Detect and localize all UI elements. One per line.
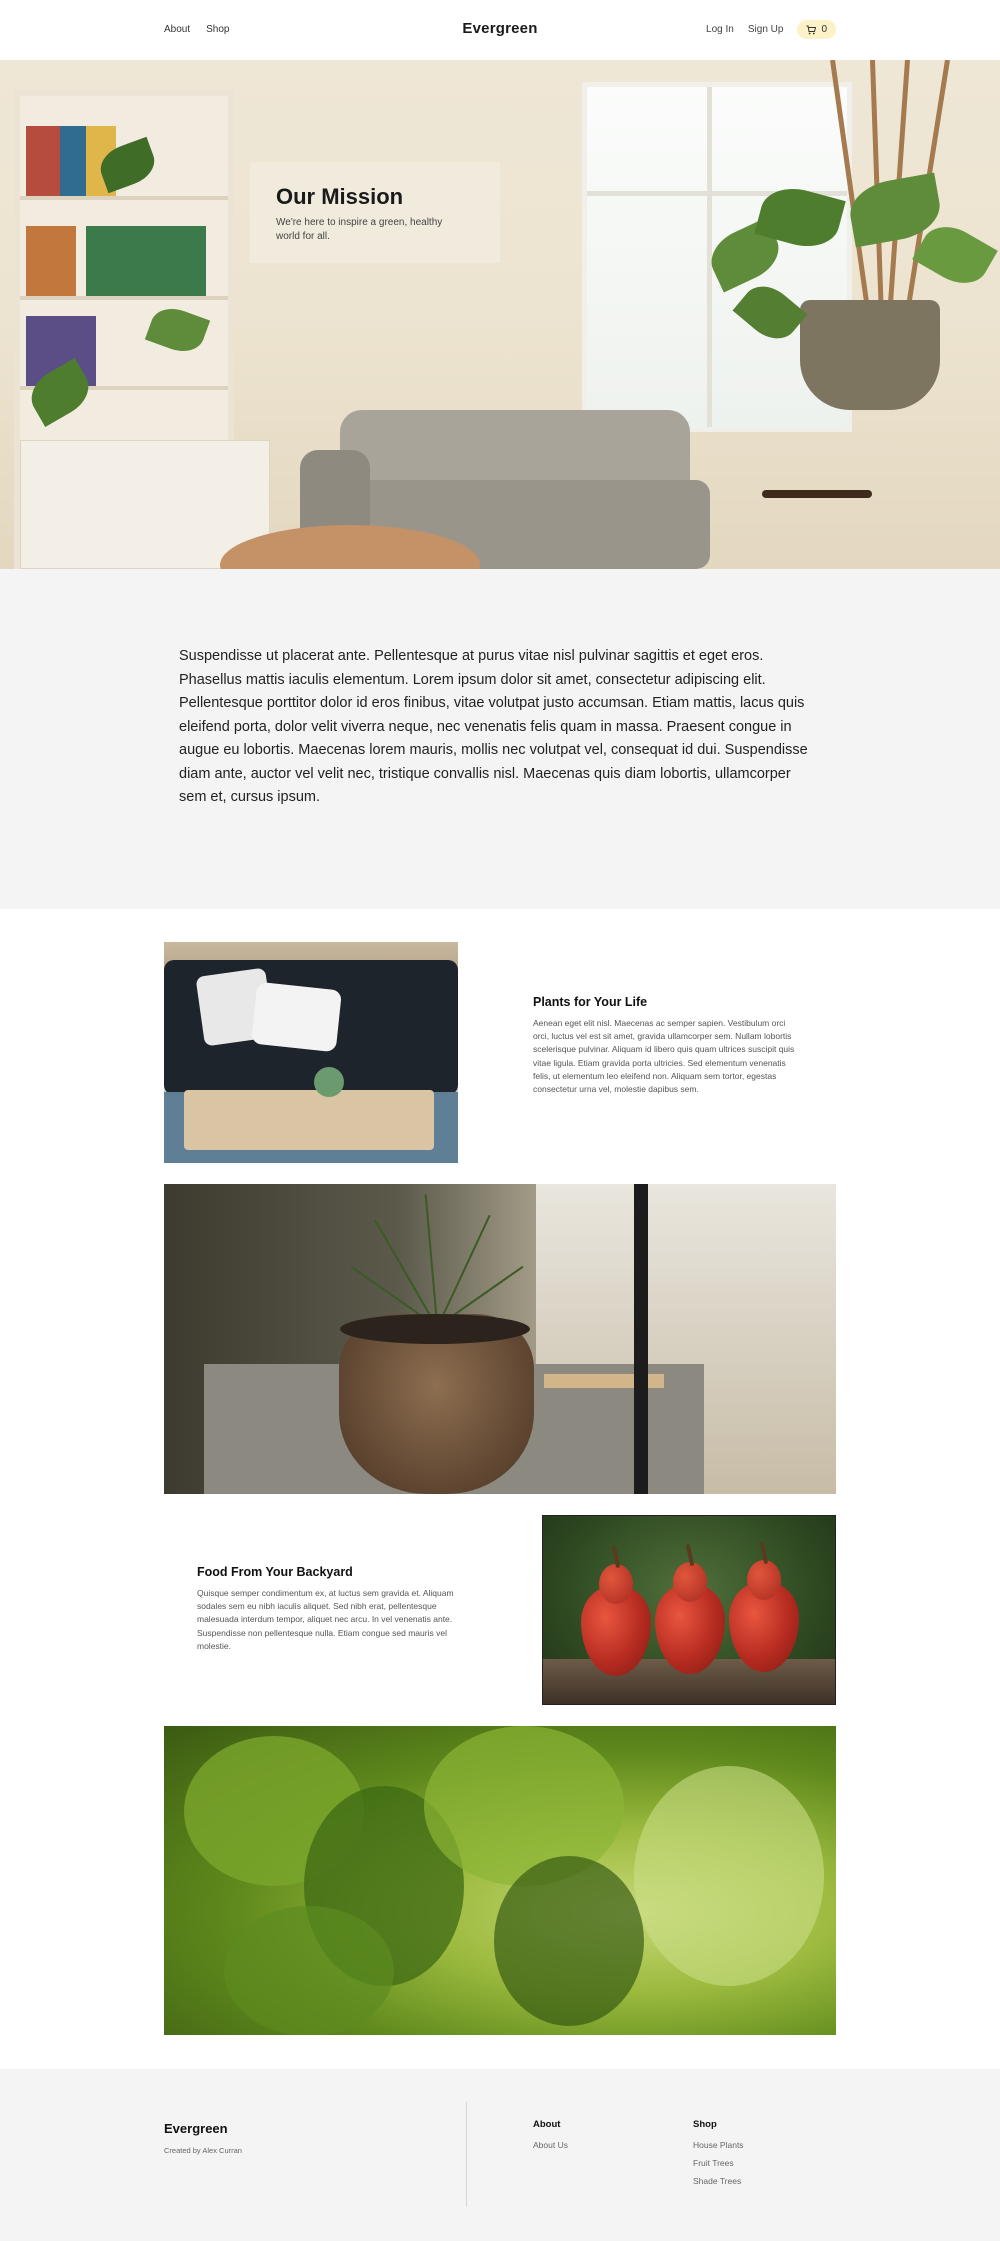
about-section: Suspendisse ut placerat ante. Pellentesq…: [0, 569, 1000, 909]
hero-side-table: [762, 490, 872, 498]
mission-card: Our Mission We're here to inspire a gree…: [250, 162, 500, 263]
nav-right: Log In Sign Up 0: [706, 20, 836, 39]
hero-image: Our Mission We're here to inspire a gree…: [0, 60, 1000, 569]
brand-logo[interactable]: Evergreen: [0, 20, 1000, 37]
login-link[interactable]: Log In: [706, 24, 734, 35]
leaves-image: [164, 1726, 836, 2035]
footer-brand[interactable]: Evergreen: [164, 2121, 228, 2136]
footer-house-plants-link[interactable]: House Plants: [693, 2136, 744, 2154]
about-paragraph: Suspendisse ut placerat ante. Pellentesq…: [179, 648, 808, 805]
signup-link[interactable]: Sign Up: [748, 24, 784, 35]
feature-title-food: Food From Your Backyard: [197, 1565, 353, 1579]
footer-fruit-trees-link[interactable]: Fruit Trees: [693, 2154, 744, 2172]
potted-plant-image: [164, 1184, 836, 1494]
cart-icon: [806, 25, 817, 34]
pears-image: [542, 1515, 836, 1705]
footer-divider: [466, 2102, 467, 2207]
footer-about-heading: About: [533, 2119, 561, 2130]
footer-col-shop: Shop House Plants Fruit Trees Shade Tree…: [693, 2119, 744, 2190]
footer-shop-heading: Shop: [693, 2119, 717, 2130]
living-room-image: [164, 942, 458, 1163]
feature-text-plants: Aenean eget elit nisl. Maecenas ac sempe…: [533, 1018, 795, 1095]
mission-title: Our Mission: [276, 184, 404, 209]
mission-text: We're here to inspire a green, healthy w…: [276, 217, 443, 242]
feature-text-food: Quisque semper condimentum ex, at luctus…: [197, 1588, 454, 1651]
footer-col-about: About About Us: [533, 2119, 568, 2154]
footer-credit: Created by Alex Curran: [164, 2146, 242, 2155]
hero-hanging-planter: [800, 300, 940, 410]
site-footer: Evergreen Created by Alex Curran About A…: [0, 2069, 1000, 2241]
footer-about-us-link[interactable]: About Us: [533, 2136, 568, 2154]
cart-button[interactable]: 0: [797, 20, 836, 39]
feature-title-plants: Plants for Your Life: [533, 995, 648, 1009]
site-header: About Shop Evergreen Log In Sign Up 0: [0, 0, 1000, 60]
footer-shade-trees-link[interactable]: Shade Trees: [693, 2172, 744, 2190]
cart-count: 0: [821, 24, 827, 35]
